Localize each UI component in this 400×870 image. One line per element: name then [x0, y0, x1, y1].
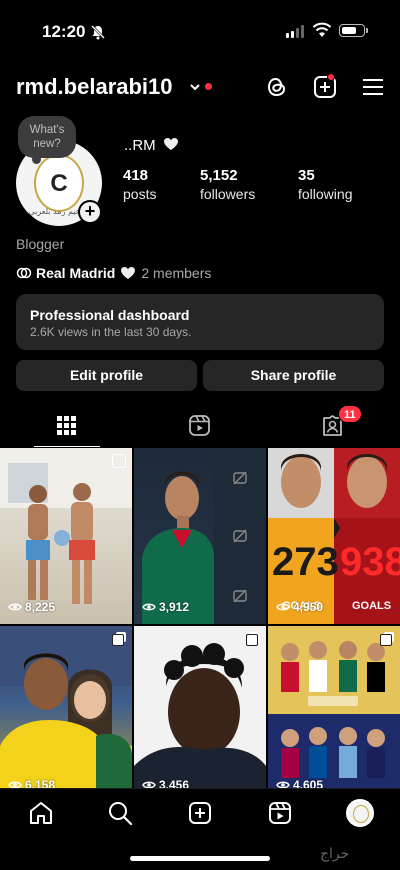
profile-header: rmd.belarabi10 — [0, 62, 400, 112]
eye-off-icon — [233, 589, 247, 603]
dashboard-subtitle: 2.6K views in the last 30 days. — [30, 325, 192, 339]
eye-off-icon — [233, 529, 247, 543]
view-count: 6,158 — [8, 778, 55, 788]
eye-icon — [142, 781, 156, 788]
channel-icon — [16, 267, 32, 279]
view-count: 4,950 — [276, 600, 323, 614]
username-switcher[interactable]: rmd.belarabi10 — [16, 74, 173, 100]
post-thumbnail — [268, 448, 400, 624]
chevron-down-icon[interactable] — [188, 80, 202, 94]
goals-label-right: GOALS — [352, 600, 392, 612]
bell-muted-icon — [91, 25, 105, 40]
tab-reels[interactable] — [133, 404, 266, 448]
search-icon[interactable] — [107, 800, 133, 826]
professional-dashboard[interactable]: Professional dashboard 2.6K views in the… — [16, 294, 384, 350]
channel-name: Real Madrid — [36, 265, 116, 281]
followers-count[interactable]: 5,152 followers — [200, 167, 255, 202]
goals-right: 938 — [340, 540, 400, 584]
reel-indicator-icon — [112, 454, 126, 468]
following-count[interactable]: 35 following — [298, 167, 352, 202]
watermark: حراج — [320, 846, 350, 862]
view-count: 3,912 — [142, 600, 189, 614]
home-icon[interactable] — [28, 800, 54, 826]
eye-icon — [142, 603, 156, 611]
dashboard-title: Professional dashboard — [30, 307, 190, 323]
goals-left: 273 — [272, 540, 339, 584]
post-thumbnail — [268, 626, 400, 788]
reels-icon[interactable] — [267, 800, 293, 826]
tab-tagged[interactable] — [266, 404, 399, 448]
view-count: 4,605 — [276, 778, 323, 788]
grid-icon — [57, 416, 76, 435]
status-time: 12:20 — [42, 22, 86, 41]
profile-category: Blogger — [16, 236, 65, 252]
tagged-badge: 11 — [338, 405, 362, 423]
wifi-icon — [312, 22, 332, 37]
share-profile-button[interactable]: Share profile — [203, 360, 384, 391]
eye-off-icon — [233, 471, 247, 485]
cellular-signal-icon — [286, 24, 304, 38]
menu-icon[interactable] — [360, 74, 386, 100]
white-heart-icon — [121, 267, 136, 279]
profile-tabs: 11 — [0, 404, 400, 448]
post-thumbnail — [134, 643, 266, 788]
tab-posts[interactable] — [0, 404, 133, 448]
view-count: 3,456 — [142, 778, 189, 788]
notification-dot — [205, 83, 212, 90]
carousel-indicator-icon — [112, 632, 126, 646]
carousel-indicator-icon — [380, 632, 394, 646]
grid-post[interactable]: 8,225 — [0, 448, 132, 624]
posts-grid: 8,225 3,912 273 938 GOALS GOALS 4,950 6,… — [0, 448, 400, 788]
create-notification-dot — [327, 73, 335, 81]
avatar-logo: C — [34, 154, 84, 212]
active-tab-indicator — [34, 445, 100, 447]
white-heart-icon — [163, 138, 178, 150]
grid-post[interactable]: 4,605 — [268, 626, 400, 788]
broadcast-channel-link[interactable]: Real Madrid 2 members — [16, 265, 211, 281]
grid-post[interactable]: 273 938 GOALS GOALS 4,950 — [268, 448, 400, 624]
view-count: 8,225 — [8, 600, 55, 614]
channel-members: 2 members — [141, 265, 212, 281]
home-indicator — [130, 856, 270, 861]
reels-icon — [189, 415, 210, 436]
eye-icon — [276, 781, 290, 788]
eye-icon — [8, 781, 22, 788]
eye-icon — [276, 603, 290, 611]
eye-icon — [8, 603, 22, 611]
post-thumbnail — [0, 448, 132, 604]
post-thumbnail — [0, 626, 132, 788]
battery-icon — [339, 24, 368, 37]
grid-post[interactable]: 3,456 — [134, 626, 266, 788]
edit-profile-button[interactable]: Edit profile — [16, 360, 197, 391]
status-bar: 12:20 — [0, 0, 400, 62]
note-bubble[interactable]: What's new? — [18, 116, 76, 164]
hidden-posts-strip — [214, 448, 266, 624]
profile-tab-avatar[interactable] — [346, 799, 374, 827]
carousel-indicator-icon — [246, 632, 260, 646]
display-name: ..RM — [124, 137, 179, 154]
posts-count: 418 posts — [123, 167, 157, 202]
post-thumbnail — [142, 471, 214, 624]
grid-post[interactable]: 6,158 — [0, 626, 132, 788]
add-story-button[interactable]: + — [78, 200, 102, 224]
create-post-icon[interactable] — [187, 800, 213, 826]
grid-post[interactable]: 3,912 — [134, 448, 214, 624]
plus-icon: + — [80, 202, 100, 222]
threads-icon[interactable] — [264, 74, 290, 100]
